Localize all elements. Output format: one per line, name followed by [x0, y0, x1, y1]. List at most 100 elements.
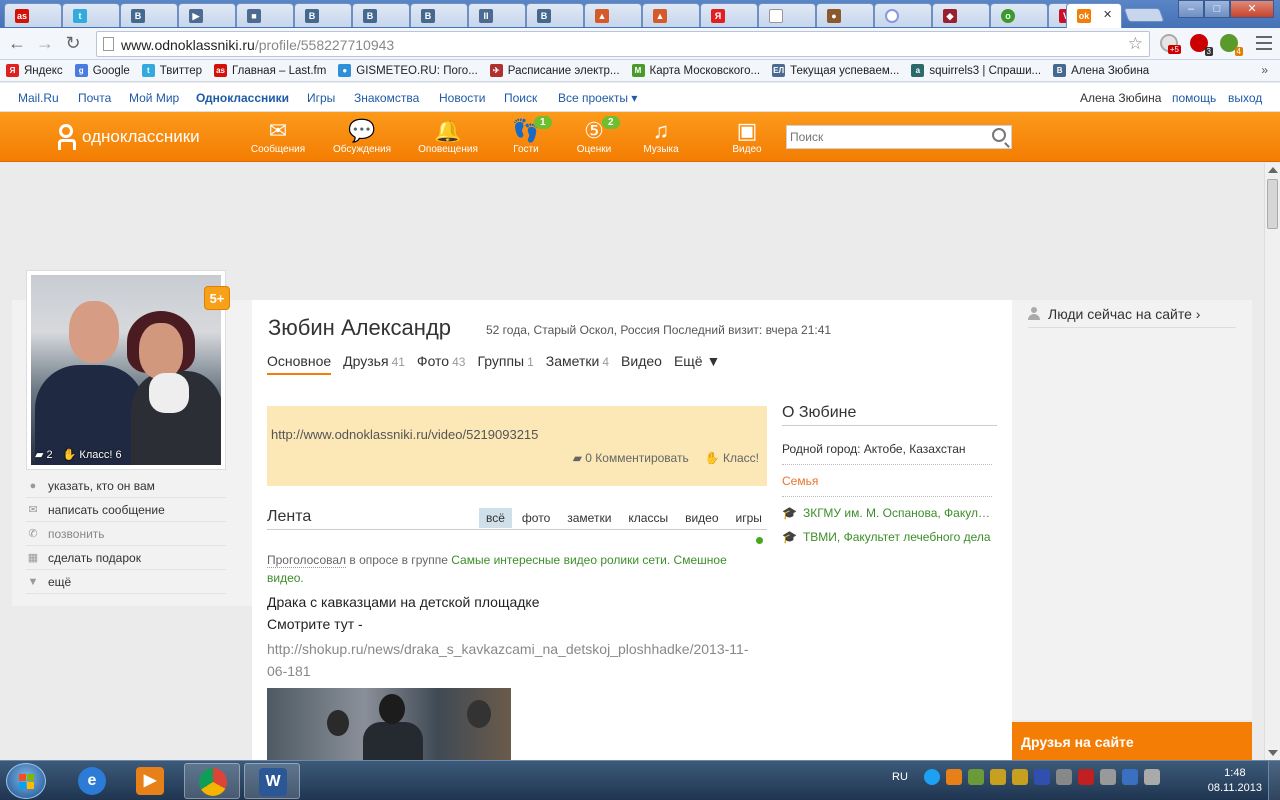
- tray-app-icon[interactable]: [989, 769, 1006, 785]
- reload-icon[interactable]: ↻: [62, 32, 84, 54]
- volume-icon[interactable]: [1143, 769, 1160, 785]
- profile-action[interactable]: ● указать, кто он вам: [26, 474, 226, 498]
- bookmark-item[interactable]: g Google: [74, 64, 130, 77]
- scrollbar-thumb[interactable]: [1267, 179, 1278, 229]
- voted-link[interactable]: Проголосовал: [267, 553, 347, 568]
- tab-odnoklassniki-active[interactable]: ok ✕: [1066, 3, 1122, 28]
- forward-arrow-icon[interactable]: →: [34, 32, 56, 54]
- profile-action[interactable]: ✆ позвонить: [26, 522, 226, 546]
- profile-photo-card[interactable]: ▰ 2 ✋ Класс! 6: [26, 270, 226, 470]
- tray-app-icon[interactable]: [1011, 769, 1028, 785]
- profile-tab[interactable]: Фото 43: [417, 353, 466, 375]
- bookmark-item[interactable]: Я Яндекс: [6, 64, 63, 77]
- feed-filter-tab[interactable]: классы: [621, 508, 675, 528]
- games-link[interactable]: Игры: [307, 91, 335, 105]
- bluetooth-icon[interactable]: [1121, 769, 1138, 785]
- show-desktop-button[interactable]: [1268, 761, 1280, 800]
- taskbar-chrome[interactable]: [184, 763, 240, 799]
- bookmark-item[interactable]: t Твиттер: [141, 64, 202, 77]
- bookmark-item[interactable]: B Алена Зюбина: [1053, 64, 1149, 77]
- cloud-extension-icon[interactable]: +5: [1160, 34, 1181, 54]
- status-link[interactable]: http://www.odnoklassniki.ru/video/521909…: [271, 427, 538, 442]
- feed-filter-tab[interactable]: заметки: [560, 508, 618, 528]
- search-link[interactable]: Поиск: [504, 91, 537, 105]
- like-button[interactable]: ✋ Класс!: [705, 451, 759, 465]
- education-item[interactable]: 🎓 ТВМИ, Факультет лечебного дела: [782, 530, 992, 544]
- language-indicator[interactable]: RU: [892, 771, 908, 783]
- all-projects-dropdown[interactable]: Все проекты ▾: [558, 91, 637, 105]
- close-tab-icon[interactable]: ✕: [1103, 8, 1112, 21]
- profile-tab[interactable]: Основное: [267, 353, 332, 375]
- back-arrow-icon[interactable]: ←: [6, 32, 28, 54]
- tab-cat-1[interactable]: ▲: [584, 3, 642, 27]
- tab-pause[interactable]: II: [468, 3, 526, 27]
- tab-chat[interactable]: ■: [236, 3, 294, 27]
- education-item[interactable]: 🎓 ЗКГМУ им. М. Оспанова, Факультет: [782, 506, 992, 520]
- tray-app-icon[interactable]: [1099, 769, 1116, 785]
- page-scrollbar[interactable]: [1264, 163, 1280, 760]
- nav-bell[interactable]: 🔔 Оповещения: [418, 118, 478, 160]
- scroll-up-arrow-icon[interactable]: [1268, 167, 1278, 173]
- taskbar-media-player[interactable]: ▶: [122, 763, 178, 799]
- nav-rating[interactable]: ⑤ Оценки 2: [564, 116, 624, 160]
- profile-action[interactable]: ✉ написать сообщение: [26, 498, 226, 522]
- feed-filter-tab[interactable]: всё: [479, 508, 512, 528]
- taskbar-word[interactable]: W: [244, 763, 300, 799]
- clock[interactable]: 1:48 08.11.2013: [1208, 766, 1262, 796]
- search-input[interactable]: [787, 126, 977, 148]
- bookmark-item[interactable]: as Главная – Last.fm: [214, 64, 326, 77]
- tray-app-icon[interactable]: [923, 769, 940, 785]
- tray-app-icon[interactable]: [967, 769, 984, 785]
- feed-filter-tab[interactable]: фото: [515, 508, 557, 528]
- tab-yandex[interactable]: Я: [700, 3, 758, 27]
- taskbar-internet-explorer[interactable]: e: [64, 763, 120, 799]
- bookmark-item[interactable]: ✈ Расписание электр...: [489, 64, 620, 77]
- bookmark-star-icon[interactable]: ☆: [1128, 34, 1143, 54]
- profile-action[interactable]: ▼ ещё: [26, 570, 226, 594]
- tab-vk-2[interactable]: B: [294, 3, 352, 27]
- photo-likes[interactable]: ✋ Класс! 6: [63, 448, 122, 461]
- odnoklassniki-link[interactable]: Одноклассники: [196, 91, 289, 105]
- new-tab-button[interactable]: [1123, 8, 1165, 22]
- adblock-extension-icon[interactable]: 3: [1190, 34, 1213, 56]
- nav-music[interactable]: ♫ Музыка: [631, 118, 691, 160]
- tab-loading[interactable]: [874, 3, 932, 27]
- tab-game[interactable]: ◆: [932, 3, 990, 27]
- tab-vk-3[interactable]: B: [352, 3, 410, 27]
- close-window-button[interactable]: ✕: [1230, 0, 1274, 18]
- address-bar[interactable]: www.odnoklassniki.ru/profile/55822771094…: [96, 31, 1150, 57]
- tab-lastfm[interactable]: as: [4, 3, 62, 27]
- tab-blank[interactable]: [758, 3, 816, 27]
- profile-action[interactable]: ▦ сделать подарок: [26, 546, 226, 570]
- tray-app-icon[interactable]: [945, 769, 962, 785]
- moy-mir-link[interactable]: Мой Мир: [129, 91, 179, 105]
- about-family-link[interactable]: Семья: [782, 474, 992, 488]
- profile-tab[interactable]: Видео: [621, 353, 662, 375]
- profile-photo[interactable]: ▰ 2 ✋ Класс! 6: [31, 275, 221, 465]
- nav-video[interactable]: ▣ Видео: [717, 118, 777, 160]
- mail-link[interactable]: Почта: [78, 91, 111, 105]
- tab-green[interactable]: o: [990, 3, 1048, 27]
- bookmark-item[interactable]: ЕЛ Текущая успеваем...: [772, 64, 899, 77]
- nav-envelope[interactable]: ✉ Сообщения: [248, 118, 308, 160]
- tray-ru-icon[interactable]: [1033, 769, 1050, 785]
- feed-filter-tab[interactable]: видео: [678, 508, 725, 528]
- feed-filter-tab[interactable]: игры: [729, 508, 769, 528]
- comment-button[interactable]: ▰ 0 Комментировать: [573, 451, 689, 465]
- tab-vk-4[interactable]: B: [410, 3, 468, 27]
- tab-animal[interactable]: ●: [816, 3, 874, 27]
- mailru-link[interactable]: Mail.Ru: [18, 91, 59, 105]
- post-link[interactable]: http://shokup.ru/news/draka_s_kavkazcami…: [267, 638, 752, 682]
- post-video-thumbnail[interactable]: [267, 688, 511, 760]
- help-link[interactable]: помощь: [1172, 91, 1216, 105]
- profile-tab[interactable]: Заметки 4: [546, 353, 609, 375]
- tray-app-icon[interactable]: [1055, 769, 1072, 785]
- news-link[interactable]: Новости: [439, 91, 485, 105]
- tab-vk-1[interactable]: B: [120, 3, 178, 27]
- scroll-down-arrow-icon[interactable]: [1268, 750, 1278, 756]
- search-icon[interactable]: [992, 128, 1006, 142]
- bookmark-item[interactable]: a squirrels3 | Спраши...: [911, 64, 1041, 77]
- profile-tab[interactable]: Ещё ▼: [674, 353, 720, 375]
- people-online-link[interactable]: Люди сейчас на сайте ›: [1028, 300, 1236, 328]
- maximize-button[interactable]: □: [1204, 0, 1230, 18]
